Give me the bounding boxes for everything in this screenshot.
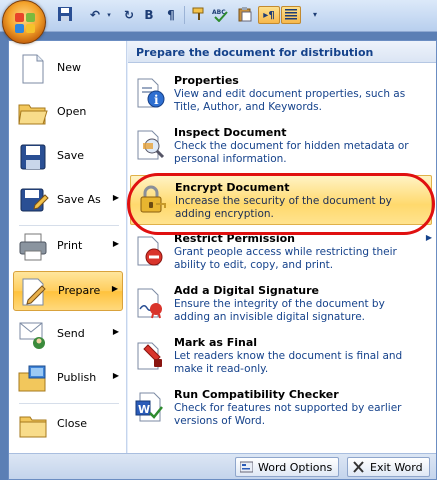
- mark-as-final-icon: [137, 342, 162, 370]
- spelling-icon[interactable]: ABC: [212, 6, 230, 24]
- office-logo-icon: [15, 13, 35, 33]
- save-as-command[interactable]: Save As ▶: [13, 181, 123, 221]
- send-label: Send: [57, 327, 85, 340]
- paste-icon[interactable]: [236, 6, 254, 24]
- save-icon[interactable]: [56, 6, 74, 24]
- menu-divider: [19, 225, 119, 226]
- new-document-icon: [22, 54, 44, 84]
- customize-toolbar-dropdown-icon[interactable]: ▾: [306, 6, 324, 24]
- save-disk-icon: [20, 144, 46, 170]
- word-options-label: Word Options: [258, 461, 333, 474]
- print-label: Print: [57, 239, 83, 252]
- compatibility-checker-title: Run Compatibility Checker: [174, 388, 339, 401]
- digital-signature-description: Ensure the integrity of the document by …: [174, 298, 385, 323]
- exit-word-label: Exit Word: [370, 461, 423, 474]
- undo-dropdown-icon[interactable]: ▾: [100, 6, 118, 24]
- encrypt-document-title: Encrypt Document: [175, 181, 290, 194]
- office-menu: New Open Save Save As ▶ Print ▶ Prepare …: [8, 40, 437, 480]
- inspect-document-item[interactable]: Inspect Document Check the document for …: [130, 121, 432, 171]
- publish-submenu-arrow-icon: ▶: [112, 371, 119, 380]
- toolbar-separator: [184, 6, 185, 24]
- printer-icon: [19, 233, 47, 261]
- menu-divider: [19, 403, 119, 404]
- prepare-command[interactable]: Prepare ▶: [13, 271, 123, 311]
- restrict-permission-item[interactable]: Restrict Permission Grant people access …: [130, 227, 432, 277]
- close-folder-icon: [19, 416, 47, 438]
- prepare-document-icon: [22, 278, 46, 306]
- redo-icon[interactable]: ↻: [120, 6, 138, 24]
- mark-as-final-title: Mark as Final: [174, 336, 258, 349]
- digital-signature-item[interactable]: Add a Digital Signature Ensure the integ…: [130, 279, 432, 329]
- format-painter-icon[interactable]: [190, 6, 208, 24]
- print-command[interactable]: Print ▶: [13, 227, 123, 267]
- compatibility-checker-item[interactable]: W Run Compatibility Checker Check for fe…: [130, 383, 432, 433]
- office-menu-footer: Word Options Exit Word: [9, 453, 436, 479]
- compatibility-checker-icon: W: [135, 392, 163, 422]
- send-submenu-arrow-icon: ▶: [112, 327, 119, 336]
- encrypt-document-item[interactable]: Encrypt Document Increase the security o…: [130, 175, 432, 225]
- save-as-icon: [20, 188, 49, 212]
- save-command[interactable]: Save: [13, 137, 123, 177]
- mark-as-final-item[interactable]: Mark as Final Let readers know the docum…: [130, 331, 432, 381]
- properties-description: View and edit document properties, such …: [174, 88, 406, 113]
- encrypt-document-description: Increase the security of the document by…: [175, 195, 392, 220]
- save-as-label: Save As: [57, 193, 101, 206]
- pilcrow-icon[interactable]: ¶: [162, 6, 180, 24]
- digital-signature-icon: [137, 288, 162, 319]
- open-folder-icon: [18, 104, 48, 125]
- bold-icon[interactable]: B: [140, 6, 158, 24]
- publish-command[interactable]: Publish ▶: [13, 359, 123, 399]
- close-command[interactable]: Close: [13, 405, 123, 445]
- word-options-icon: [240, 461, 253, 473]
- new-command[interactable]: New: [13, 49, 123, 89]
- restrict-permission-icon: [137, 236, 163, 266]
- prepare-submenu-arrow-icon: ▶: [111, 284, 118, 293]
- publish-icon: [18, 365, 46, 392]
- send-icon: [19, 322, 45, 349]
- mark-as-final-description: Let readers know the document is final a…: [174, 350, 403, 375]
- new-label: New: [57, 61, 81, 74]
- office-button[interactable]: [2, 0, 46, 44]
- print-submenu-arrow-icon: ▶: [112, 239, 119, 248]
- inspect-document-description: Check the document for hidden metadata o…: [174, 140, 409, 165]
- save-label: Save: [57, 149, 85, 162]
- exit-icon: [353, 461, 364, 473]
- properties-item[interactable]: i Properties View and edit document prop…: [130, 69, 432, 119]
- encrypt-lock-icon: [140, 185, 166, 213]
- office-menu-commands: New Open Save Save As ▶ Print ▶ Prepare …: [9, 41, 127, 453]
- restrict-permission-submenu-arrow-icon: ▶: [425, 233, 432, 242]
- open-command[interactable]: Open: [13, 93, 123, 133]
- restrict-permission-title: Restrict Permission: [174, 232, 295, 245]
- quick-access-toolbar: ↶ ▾ ↻ B ¶ ABC ▸¶ ▾: [0, 0, 437, 44]
- inspect-document-icon: [137, 130, 165, 160]
- prepare-label: Prepare: [58, 284, 101, 297]
- properties-icon: i: [137, 78, 165, 108]
- save-as-submenu-arrow-icon: ▶: [112, 193, 119, 202]
- digital-signature-title: Add a Digital Signature: [174, 284, 319, 297]
- restrict-permission-description: Grant people access while restricting th…: [174, 246, 397, 271]
- compatibility-checker-description: Check for features not supported by earl…: [174, 402, 402, 427]
- properties-title: Properties: [174, 74, 239, 87]
- align-icon[interactable]: [281, 6, 301, 24]
- word-options-button[interactable]: Word Options: [235, 457, 340, 477]
- open-label: Open: [57, 105, 87, 118]
- exit-word-button[interactable]: Exit Word: [347, 457, 430, 477]
- svg-text:i: i: [154, 93, 159, 107]
- svg-text:W: W: [138, 403, 150, 416]
- send-command[interactable]: Send ▶: [13, 315, 123, 355]
- paragraph-marks-icon[interactable]: ▸¶: [258, 6, 280, 24]
- prepare-submenu-title: Prepare the document for distribution: [128, 41, 436, 63]
- inspect-document-title: Inspect Document: [174, 126, 287, 139]
- publish-label: Publish: [57, 371, 97, 384]
- close-label: Close: [57, 417, 87, 430]
- prepare-submenu: Prepare the document for distribution i …: [128, 41, 436, 453]
